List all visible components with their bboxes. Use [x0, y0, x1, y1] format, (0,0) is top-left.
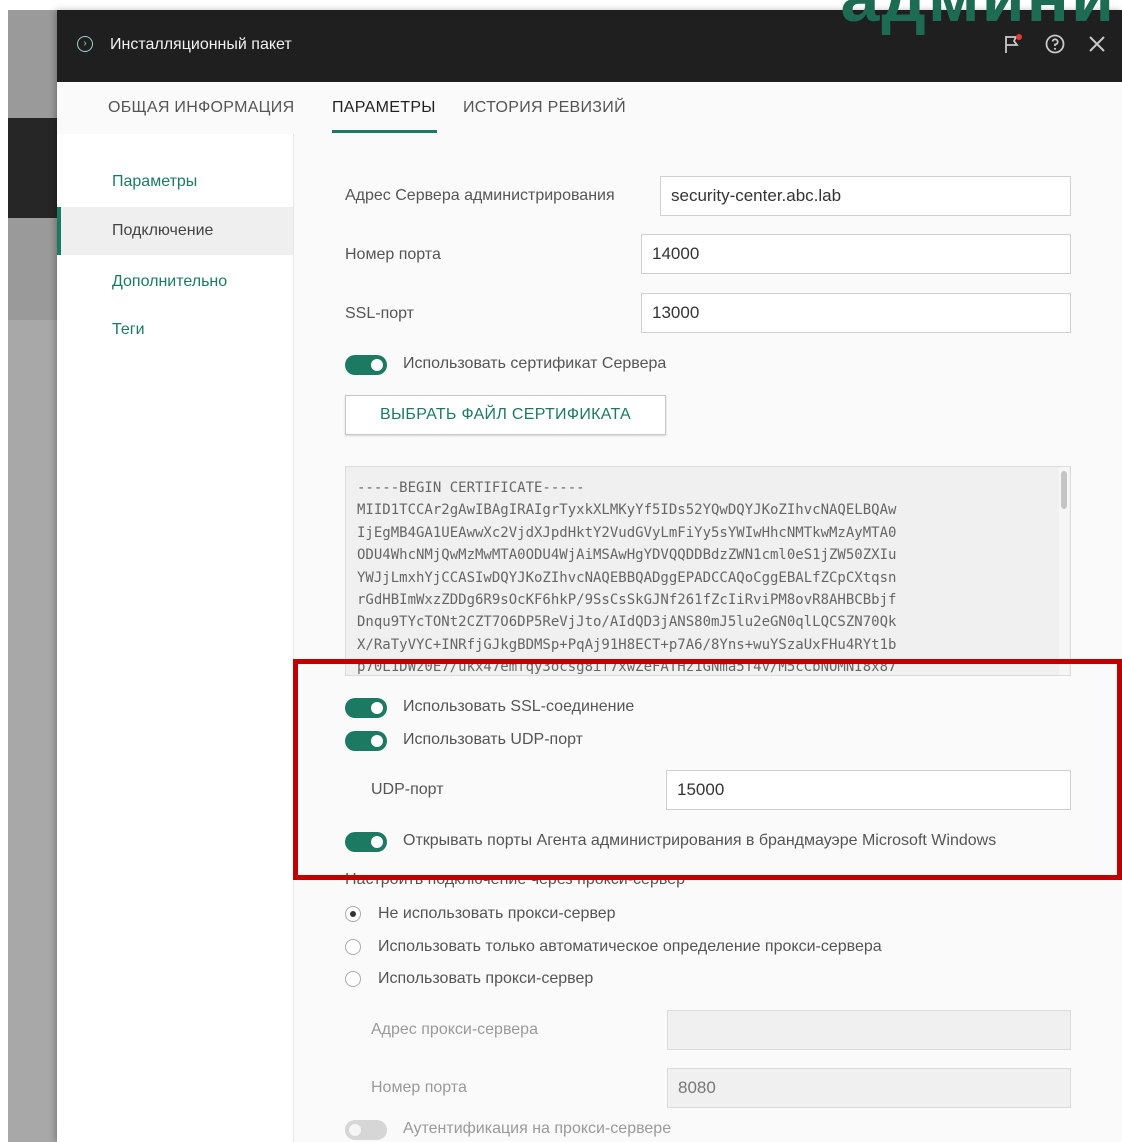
- port-input[interactable]: [641, 234, 1071, 274]
- connection-settings-panel: Адрес Сервера администрирования Номер по…: [294, 134, 1122, 1142]
- background-edge: [0, 0, 8, 1142]
- settings-sidebar: Параметры Подключение Дополнительно Теги: [57, 134, 294, 1142]
- chevron-right-circle-icon[interactable]: ›: [77, 36, 93, 52]
- use-server-cert-label: Использовать сертификат Сервера: [403, 355, 667, 372]
- certificate-scrollbar[interactable]: [1059, 467, 1069, 675]
- proxy-port-label: Номер порта: [371, 1079, 467, 1096]
- certificate-textarea[interactable]: -----BEGIN CERTIFICATE----- MIID1TCCAr2g…: [345, 466, 1071, 676]
- radio-use-proxy-label: Использовать прокси-сервер: [378, 970, 594, 987]
- background-app-panel: [0, 320, 57, 1142]
- tab-parameters[interactable]: ПАРАМЕТРЫ: [332, 99, 436, 117]
- use-server-cert-toggle[interactable]: [345, 355, 387, 375]
- proxy-address-label: Адрес прокси-сервера: [371, 1021, 538, 1038]
- port-label: Номер порта: [345, 246, 441, 263]
- certificate-text: -----BEGIN CERTIFICATE----- MIID1TCCAr2g…: [357, 480, 897, 676]
- background-heading-fragment: админи: [841, 0, 1117, 32]
- ssl-port-input[interactable]: [641, 293, 1071, 333]
- sidebar-item-connection[interactable]: Подключение: [57, 207, 293, 255]
- sidebar-item-parameters[interactable]: Параметры: [57, 158, 293, 206]
- active-tab-indicator: [332, 130, 437, 133]
- sidebar-item-advanced[interactable]: Дополнительно: [57, 258, 293, 306]
- radio-use-proxy[interactable]: [345, 971, 361, 987]
- radio-no-proxy[interactable]: [345, 906, 361, 922]
- dialog-title: Инсталляционный пакет: [110, 36, 292, 53]
- proxy-address-input[interactable]: [667, 1010, 1071, 1050]
- background-app-dark-band: [0, 118, 57, 218]
- radio-auto-proxy-label: Использовать только автоматическое опред…: [378, 938, 882, 955]
- highlight-annotation-box: [293, 659, 1122, 880]
- choose-certificate-button[interactable]: ВЫБРАТЬ ФАЙЛ СЕРТИФИКАТА: [345, 395, 666, 435]
- proxy-auth-toggle[interactable]: [345, 1120, 387, 1140]
- proxy-auth-label: Аутентификация на прокси-сервере: [403, 1120, 672, 1137]
- server-address-label: Адрес Сервера администрирования: [345, 187, 615, 204]
- installation-package-dialog: › Инсталляционный пакет ОБЩАЯ ИНФОРМАЦИЯ…: [57, 10, 1122, 1142]
- ssl-port-label: SSL-порт: [345, 305, 415, 322]
- radio-auto-proxy[interactable]: [345, 939, 361, 955]
- certificate-scroll-thumb[interactable]: [1061, 471, 1067, 509]
- radio-no-proxy-label: Не использовать прокси-сервер: [378, 905, 616, 922]
- proxy-port-input[interactable]: [667, 1068, 1071, 1108]
- sidebar-item-tags[interactable]: Теги: [57, 306, 293, 354]
- tab-general-info[interactable]: ОБЩАЯ ИНФОРМАЦИЯ: [108, 99, 294, 117]
- server-address-input[interactable]: [660, 176, 1071, 216]
- tab-revision-history[interactable]: ИСТОРИЯ РЕВИЗИЙ: [463, 99, 626, 117]
- tab-bar: ОБЩАЯ ИНФОРМАЦИЯ ПАРАМЕТРЫ ИСТОРИЯ РЕВИЗ…: [57, 82, 1122, 135]
